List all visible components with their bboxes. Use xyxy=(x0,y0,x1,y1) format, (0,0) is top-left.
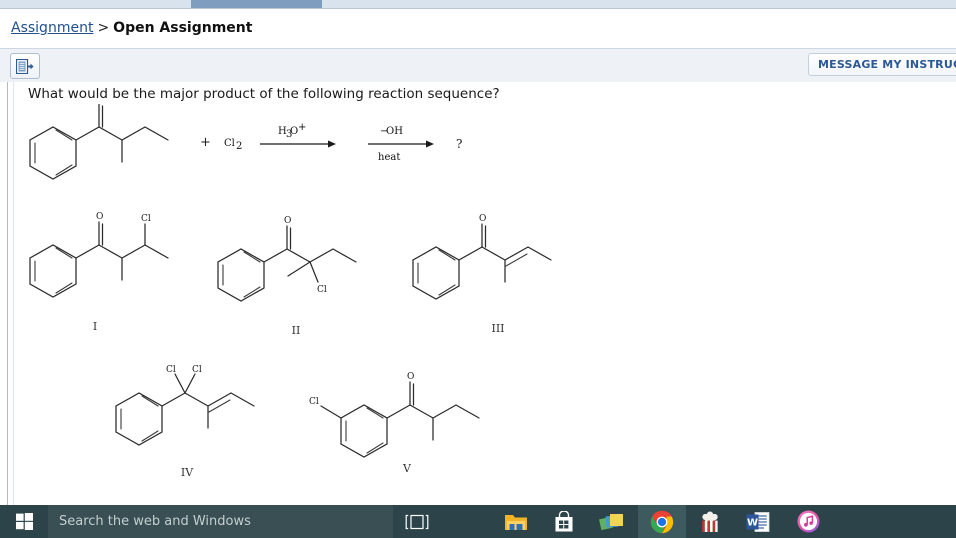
choice-V-chlorine-label: Cl xyxy=(309,397,319,407)
browser-tab-1[interactable] xyxy=(0,0,37,8)
google-chrome-icon xyxy=(650,510,674,533)
svg-text:OH: OH xyxy=(386,126,403,137)
reactant-oxygen-label: O xyxy=(96,104,103,105)
breadcrumb-link-assignment[interactable]: Assignment xyxy=(11,20,93,36)
reaction-arrow-1 xyxy=(260,140,336,148)
reagent-chlorine: Cl 2 xyxy=(224,138,242,152)
answer-choice-V[interactable]: Cl O V xyxy=(309,372,480,475)
step1-conditions: H 3 O + xyxy=(278,122,306,140)
choice-IV-chlorine-label-2: Cl xyxy=(192,365,202,375)
svg-text:O: O xyxy=(290,126,298,137)
choice-II-oxygen-label: O xyxy=(284,216,291,226)
choice-IV-chlorine-label-1: Cl xyxy=(166,365,176,375)
popcorn-time-taskbar-button[interactable] xyxy=(686,505,734,538)
file-explorer-icon xyxy=(505,514,527,530)
breadcrumb-separator: > xyxy=(97,20,110,36)
reactant-skeleton xyxy=(75,104,169,163)
answer-choice-III[interactable]: O III xyxy=(412,214,552,335)
choice-II-chlorine-label: Cl xyxy=(317,285,327,295)
popcorn-time-icon xyxy=(702,511,718,532)
microsoft-word-icon: W xyxy=(746,511,770,532)
search-input[interactable]: Search the web and Windows xyxy=(48,505,393,538)
choice-V-oxygen-label: O xyxy=(407,372,414,382)
choice-II-numeral: II xyxy=(292,324,301,337)
microsoft-store-icon xyxy=(555,510,573,531)
content-left-border xyxy=(7,82,8,505)
plus-sign: + xyxy=(200,135,211,150)
document-export-button[interactable] xyxy=(10,53,40,79)
search-placeholder-text: Search the web and Windows xyxy=(59,514,251,529)
choice-I-chlorine-label: Cl xyxy=(141,214,151,224)
choice-III-numeral: III xyxy=(491,322,504,335)
task-view-button[interactable] xyxy=(396,505,438,538)
content-left-border-inner xyxy=(13,82,14,505)
browser-tab-6[interactable] xyxy=(426,0,503,8)
breadcrumb-inner: Assignment > Open Assignment xyxy=(11,20,252,36)
task-view-icon xyxy=(405,514,429,529)
reaction-scheme: O + Cl 2 H 3 O + − OH heat ? xyxy=(29,104,462,180)
answer-choice-I[interactable]: O Cl I xyxy=(29,212,169,333)
choice-I-oxygen-label: O xyxy=(96,212,103,222)
message-my-instructor-label: MESSAGE MY INSTRUCTOR xyxy=(818,58,956,71)
svg-text:Cl: Cl xyxy=(224,138,235,149)
start-button[interactable] xyxy=(0,505,48,538)
browser-tab-strip xyxy=(0,0,956,9)
microsoft-word-taskbar-button[interactable]: W xyxy=(734,505,782,538)
answer-choice-II[interactable]: O Cl II xyxy=(217,216,357,337)
document-export-icon xyxy=(16,58,34,74)
windows-logo-icon xyxy=(15,513,33,530)
svg-text:2: 2 xyxy=(236,141,242,152)
breadcrumb-current-page: Open Assignment xyxy=(113,20,253,36)
svg-text:+: + xyxy=(298,122,306,133)
answer-choice-IV[interactable]: Cl Cl IV xyxy=(115,365,255,479)
answer-choices-graphic: O Cl I O Cl II O III Cl Cl IV Cl O V xyxy=(29,212,552,479)
reaction-arrow-2 xyxy=(368,140,434,148)
itunes-icon xyxy=(797,510,819,533)
browser-tab-3[interactable] xyxy=(63,0,192,8)
assignment-content-pane: What would be the major product of the f… xyxy=(0,82,956,505)
reactant-benzene-ring xyxy=(29,126,77,180)
choice-I-numeral: I xyxy=(93,320,97,333)
browser-tab-7[interactable] xyxy=(502,0,956,8)
sticky-notes-taskbar-button[interactable] xyxy=(588,505,636,538)
browser-tab-active[interactable] xyxy=(191,0,323,8)
windows-taskbar: Search the web and Windows W xyxy=(0,505,956,538)
google-chrome-taskbar-button[interactable] xyxy=(638,505,686,538)
browser-tab-2[interactable] xyxy=(36,0,64,8)
microsoft-store-taskbar-button[interactable] xyxy=(540,505,588,538)
sticky-notes-icon xyxy=(599,513,623,530)
svg-text:W: W xyxy=(747,517,758,528)
svg-text:heat: heat xyxy=(378,152,400,163)
system-tray[interactable] xyxy=(898,505,956,538)
question-prompt: What would be the major product of the f… xyxy=(28,86,500,102)
unknown-product-label: ? xyxy=(456,137,462,151)
choice-IV-numeral: IV xyxy=(181,466,194,479)
file-explorer-taskbar-button[interactable] xyxy=(492,505,540,538)
assignment-toolbar: MESSAGE MY INSTRUCTOR xyxy=(0,48,956,83)
itunes-taskbar-button[interactable] xyxy=(784,505,832,538)
browser-tab-5[interactable] xyxy=(322,0,427,8)
choice-V-numeral: V xyxy=(402,462,412,475)
message-my-instructor-button[interactable]: MESSAGE MY INSTRUCTOR xyxy=(808,53,956,76)
breadcrumb: Assignment > Open Assignment xyxy=(0,12,956,45)
choice-III-oxygen-label: O xyxy=(479,214,486,224)
